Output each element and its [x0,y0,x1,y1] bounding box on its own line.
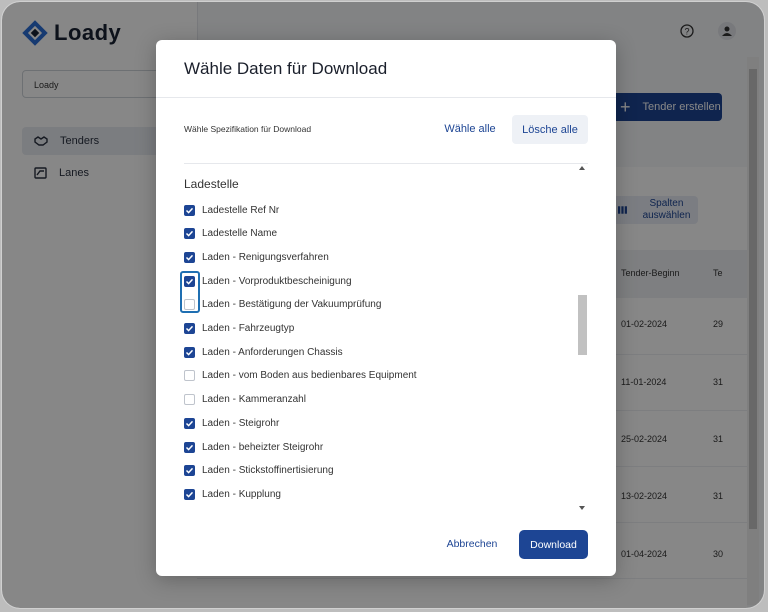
option-label: Laden - Renigungsverfahren [202,251,329,263]
list-scrollbar-thumb[interactable] [578,295,587,355]
option-row[interactable]: Ladestelle Name [184,226,277,242]
check-icon [185,491,194,498]
list-scrollbar[interactable] [576,164,588,512]
checkbox-unchecked[interactable] [184,394,195,406]
clear-all-button[interactable]: Lösche alle [512,115,588,144]
section-title: Ladestelle [184,177,239,191]
check-icon [185,468,194,474]
app-window: Loady Loady Tenders Lanes ? + Tender ers… [2,2,764,608]
option-row[interactable]: Laden - vom Boden aus bedienbares Equipm… [184,368,417,384]
focus-ring [180,271,200,313]
download-button[interactable]: Download [519,530,588,559]
option-label: Laden - Anforderungen Chassis [202,346,343,358]
check-icon [185,231,194,237]
option-row[interactable]: Laden - Kammeranzahl [184,392,306,408]
checkbox-checked[interactable] [184,228,195,240]
checkbox-checked[interactable] [184,251,195,263]
check-icon [185,207,194,214]
download-dialog: Wähle Daten für Download Wähle Spezifika… [156,40,616,576]
option-label: Ladestelle Ref Nr [202,204,280,216]
option-row[interactable]: Laden - Fahrzeugtyp [184,321,294,337]
option-row[interactable]: Laden - Anforderungen Chassis [184,344,343,360]
checkbox-checked[interactable] [184,346,195,358]
option-row[interactable]: Laden - Bestätigung der Vakuumprüfung [184,297,381,313]
checkbox-checked[interactable] [184,323,195,334]
checkbox-checked[interactable] [184,204,195,216]
check-icon [185,444,194,451]
option-label: Laden - Stickstoffinertisierung [202,465,334,477]
divider [184,163,588,164]
scroll-up-icon[interactable] [577,164,587,172]
dialog-title: Wähle Daten für Download [184,59,388,78]
option-label: Laden - Fahrzeugtyp [202,323,295,334]
option-row[interactable]: Ladestelle Ref Nr [184,202,279,218]
option-row[interactable]: Laden - Kupplung [184,486,281,502]
option-row[interactable]: Laden - beheizter Steigrohr [184,439,323,455]
option-label: Laden - Vorproduktbescheinigung [202,275,352,287]
scroll-down-icon[interactable] [577,504,587,512]
cancel-button[interactable]: Abbrechen [442,530,502,558]
option-label: Laden - Kammeranzahl [202,394,306,406]
checkbox-checked[interactable] [184,465,195,477]
check-icon [185,325,194,332]
option-label: Laden - beheizter Steigrohr [202,441,324,453]
check-icon [185,254,194,261]
spec-label: Wähle Spezifikation für Download [184,124,312,134]
option-row[interactable]: Laden - Steigrohr [184,415,279,431]
check-icon [185,420,194,427]
divider [156,97,616,98]
option-label: Laden - Bestätigung der Vakuumprüfung [202,299,382,311]
option-label: Laden - Kupplung [202,488,281,500]
check-icon [185,349,194,356]
option-label: Laden - Steigrohr [202,417,280,429]
select-all-button[interactable]: Wähle alle [436,116,504,142]
option-row[interactable]: Laden - Renigungsverfahren [184,249,329,265]
checkbox-checked[interactable] [184,488,195,500]
option-label: Laden - vom Boden aus bedienbares Equipm… [202,370,417,382]
checkbox-checked[interactable] [184,417,195,429]
option-label: Ladestelle Name [202,228,278,240]
option-row[interactable]: Laden - Stickstoffinertisierung [184,463,334,479]
checkbox-unchecked[interactable] [184,370,195,382]
checkbox-checked[interactable] [184,441,195,453]
option-row[interactable]: Laden - Vorproduktbescheinigung [184,273,352,289]
